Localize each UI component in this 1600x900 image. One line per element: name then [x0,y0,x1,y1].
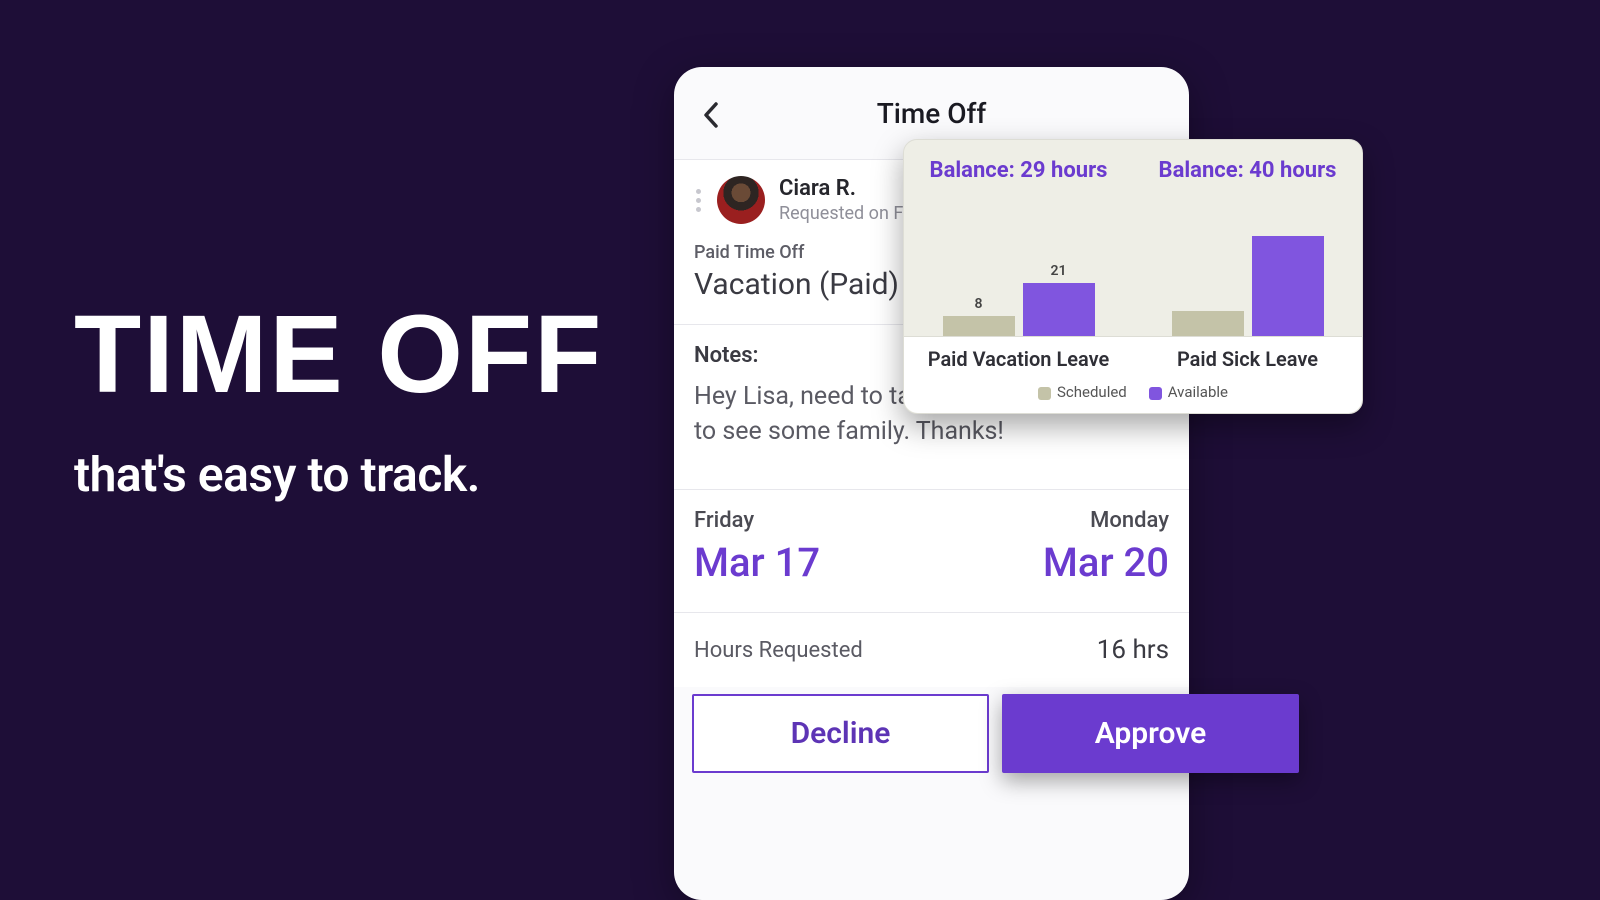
decline-button[interactable]: Decline [692,694,989,773]
start-date: Mar 17 [694,539,820,586]
end-dow: Monday [1043,508,1169,533]
hours-value: 16 hrs [1097,635,1169,665]
avatar [717,176,765,224]
hours-label: Hours Requested [694,638,863,663]
end-date: Mar 20 [1043,539,1169,586]
balance-charts: Balance: 29 hours 8 21 Balance: 40 hours [904,140,1362,337]
legend-available: Available [1149,383,1228,401]
back-button[interactable] [696,100,726,130]
balance-col: Balance: 40 hours [1133,140,1362,336]
balance-bars: 8 21 [904,221,1133,336]
bar-available [1023,283,1095,336]
balance-legend: Scheduled Available [904,383,1362,401]
balance-footer: Paid Vacation LeavePaid Sick Leave Sched… [904,337,1362,413]
action-buttons: Decline Approve [692,694,1299,773]
balance-title: Balance: 40 hours [1159,158,1337,184]
balance-name: Paid Vacation Leave [904,347,1133,371]
legend-scheduled: Scheduled [1038,383,1127,401]
approve-button[interactable]: Approve [1002,694,1299,773]
dates-section: Friday Mar 17 Monday Mar 20 [674,489,1189,612]
bar-available [1252,236,1324,336]
bar-value-label: 21 [1051,263,1067,279]
bar-scheduled [1172,311,1244,336]
start-date-col: Friday Mar 17 [694,508,820,586]
balance-bars [1133,221,1362,336]
end-date-col: Monday Mar 20 [1043,508,1169,586]
hours-section: Hours Requested 16 hrs [674,612,1189,687]
bar-value-label: 8 [975,296,983,312]
page-title: Time Off [877,97,987,130]
balance-card: Balance: 29 hours 8 21 Balance: 40 hours Pa… [903,139,1363,414]
headline-sub: that's easy to track. [74,446,603,503]
balance-title: Balance: 29 hours [930,158,1108,184]
balance-name: Paid Sick Leave [1133,347,1362,371]
chevron-left-icon [702,101,720,129]
balance-col: Balance: 29 hours 8 21 [904,140,1133,336]
marketing-headline: TIME OFF that's easy to track. [74,300,603,503]
kebab-menu[interactable] [694,183,703,218]
bar-scheduled [943,316,1015,336]
headline-big: TIME OFF [74,300,603,410]
start-dow: Friday [694,508,820,533]
